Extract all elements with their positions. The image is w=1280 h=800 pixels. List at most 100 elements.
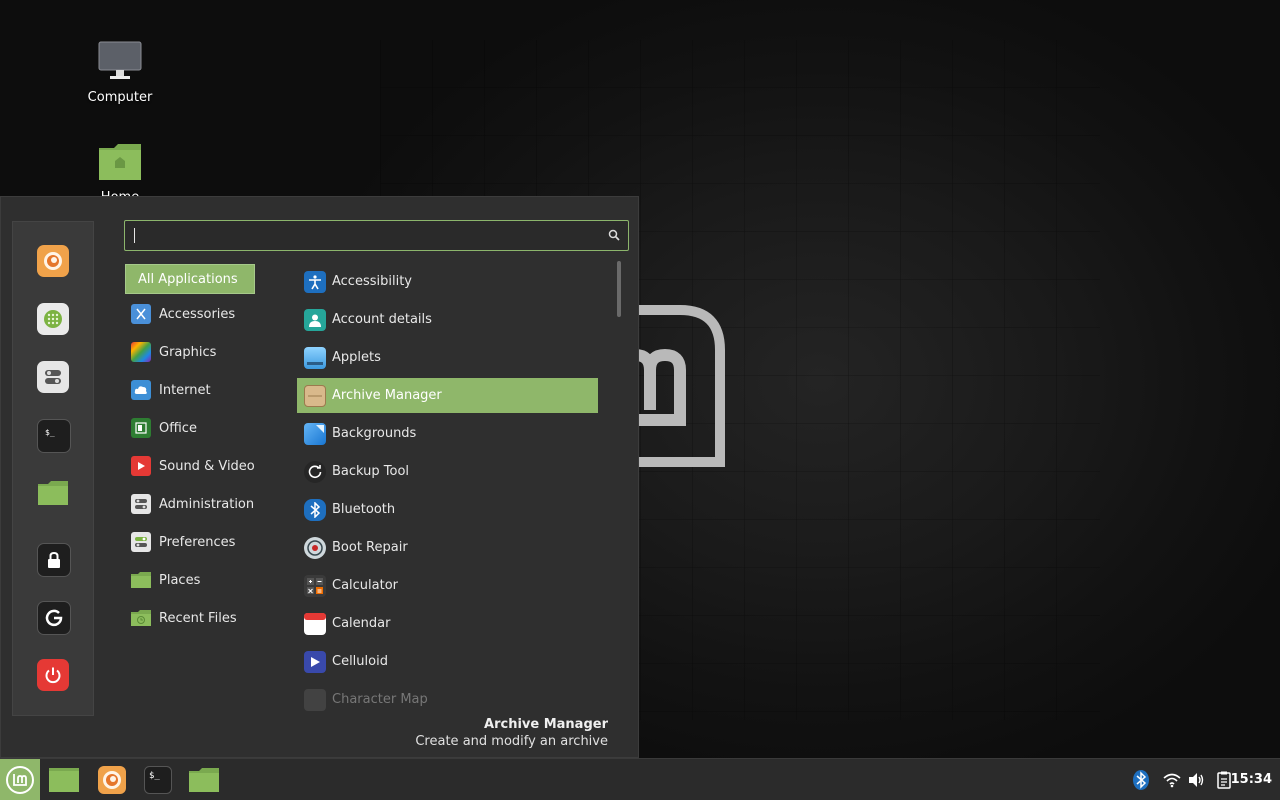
app-label: Archive Manager	[332, 388, 442, 403]
panel-terminal[interactable]: $_	[141, 763, 175, 797]
text-cursor	[134, 228, 135, 243]
volume-icon	[1189, 773, 1204, 787]
category-all-applications[interactable]: All Applications	[125, 264, 255, 294]
app-calendar[interactable]: Calendar	[297, 606, 598, 641]
places-folder-icon	[131, 570, 151, 590]
backup-icon	[304, 460, 326, 483]
selected-app-description: Create and modify an archive	[415, 734, 608, 749]
folder-icon	[38, 481, 68, 505]
desktop-icon-computer[interactable]: Computer	[70, 40, 170, 105]
computer-icon	[98, 41, 142, 79]
app-bluetooth[interactable]: Bluetooth	[297, 492, 598, 527]
logout-icon	[45, 609, 63, 627]
calculator-icon	[304, 574, 326, 597]
app-label: Boot Repair	[332, 540, 408, 555]
category-places[interactable]: Places	[125, 565, 255, 595]
favorite-logout[interactable]	[37, 601, 71, 635]
backgrounds-icon	[304, 422, 326, 445]
app-calculator[interactable]: Calculator	[297, 568, 598, 603]
application-menu: $_ All Applications Accessories Graphics…	[0, 196, 639, 758]
mint-menu-icon	[6, 766, 34, 794]
favorite-system-settings[interactable]	[37, 361, 69, 393]
app-backup-tool[interactable]: Backup Tool	[297, 454, 598, 489]
tray-bluetooth[interactable]	[1131, 770, 1151, 790]
home-folder-icon	[99, 144, 141, 180]
category-label: Administration	[159, 496, 255, 512]
app-label: Calculator	[332, 578, 399, 593]
calendar-icon	[304, 612, 326, 635]
archive-icon	[304, 384, 326, 407]
category-label: Places	[159, 572, 201, 588]
character-map-icon	[304, 688, 326, 711]
favorite-lock-screen[interactable]	[37, 543, 71, 577]
category-label: Preferences	[159, 534, 236, 550]
app-label: Celluloid	[332, 654, 388, 669]
tray-volume[interactable]	[1187, 770, 1207, 790]
category-administration[interactable]: Administration	[125, 489, 255, 519]
svg-text:$_: $_	[45, 428, 55, 437]
account-icon	[304, 308, 326, 331]
terminal-icon: $_	[144, 766, 172, 794]
category-internet[interactable]: Internet	[125, 375, 255, 405]
lock-icon	[48, 551, 60, 568]
software-manager-icon	[44, 310, 62, 328]
app-archive-manager[interactable]: Archive Manager	[297, 378, 598, 413]
applets-icon	[304, 346, 326, 369]
category-accessories[interactable]: Accessories	[125, 299, 255, 329]
search-input[interactable]	[133, 225, 607, 248]
favorite-software-manager[interactable]	[37, 303, 69, 335]
favorite-terminal[interactable]: $_	[37, 419, 71, 453]
tray-wifi[interactable]	[1162, 770, 1182, 790]
app-label: Backgrounds	[332, 426, 417, 441]
category-office[interactable]: Office	[125, 413, 255, 443]
svg-text:$_: $_	[149, 771, 160, 781]
bottom-panel: $_ 15:34	[0, 758, 1280, 800]
app-character-map[interactable]: Character Map	[297, 682, 598, 717]
folder-icon	[189, 768, 219, 792]
show-desktop-icon	[49, 768, 79, 792]
internet-cloud-icon	[131, 380, 151, 400]
category-preferences[interactable]: Preferences	[125, 527, 255, 557]
search-icon[interactable]	[608, 229, 620, 241]
preferences-icon	[131, 532, 151, 552]
office-icon	[131, 418, 151, 438]
accessories-icon	[131, 304, 151, 324]
app-account-details[interactable]: Account details	[297, 302, 598, 337]
celluloid-icon	[304, 650, 326, 673]
favorite-firefox[interactable]	[37, 245, 69, 277]
category-label: Accessories	[159, 306, 236, 322]
category-label: Graphics	[159, 344, 217, 360]
category-recent-files[interactable]: Recent Files	[125, 603, 255, 633]
app-celluloid[interactable]: Celluloid	[297, 644, 598, 679]
graphics-icon	[131, 342, 151, 362]
boot-repair-icon	[304, 536, 326, 559]
app-label: Account details	[332, 312, 432, 327]
panel-files[interactable]	[187, 763, 221, 797]
desktop-icon-label: Computer	[87, 90, 153, 105]
app-boot-repair[interactable]: Boot Repair	[297, 530, 598, 565]
category-label: Recent Files	[159, 610, 237, 626]
app-label: Applets	[332, 350, 381, 365]
panel-firefox[interactable]	[95, 763, 129, 797]
panel-clock[interactable]: 15:34	[1231, 772, 1272, 787]
favorite-files[interactable]	[37, 477, 69, 509]
app-applets[interactable]: Applets	[297, 340, 598, 375]
favorite-quit[interactable]	[37, 659, 69, 691]
category-sound-video[interactable]: Sound & Video	[125, 451, 255, 481]
category-label: Sound & Video	[159, 458, 255, 474]
recent-files-icon	[131, 608, 151, 628]
app-accessibility[interactable]: Accessibility	[297, 264, 598, 299]
app-list-scrollbar[interactable]	[617, 261, 621, 317]
wifi-icon	[1163, 773, 1181, 788]
menu-button[interactable]	[0, 759, 40, 800]
category-label: Office	[159, 420, 197, 436]
bluetooth-icon	[304, 498, 326, 521]
accessibility-icon	[304, 270, 326, 293]
menu-search-box[interactable]	[124, 220, 629, 251]
clipboard-icon	[1217, 771, 1231, 789]
app-backgrounds[interactable]: Backgrounds	[297, 416, 598, 451]
category-graphics[interactable]: Graphics	[125, 337, 255, 367]
category-label: Internet	[159, 382, 211, 398]
panel-show-desktop[interactable]	[47, 763, 81, 797]
app-label: Character Map	[332, 692, 428, 707]
